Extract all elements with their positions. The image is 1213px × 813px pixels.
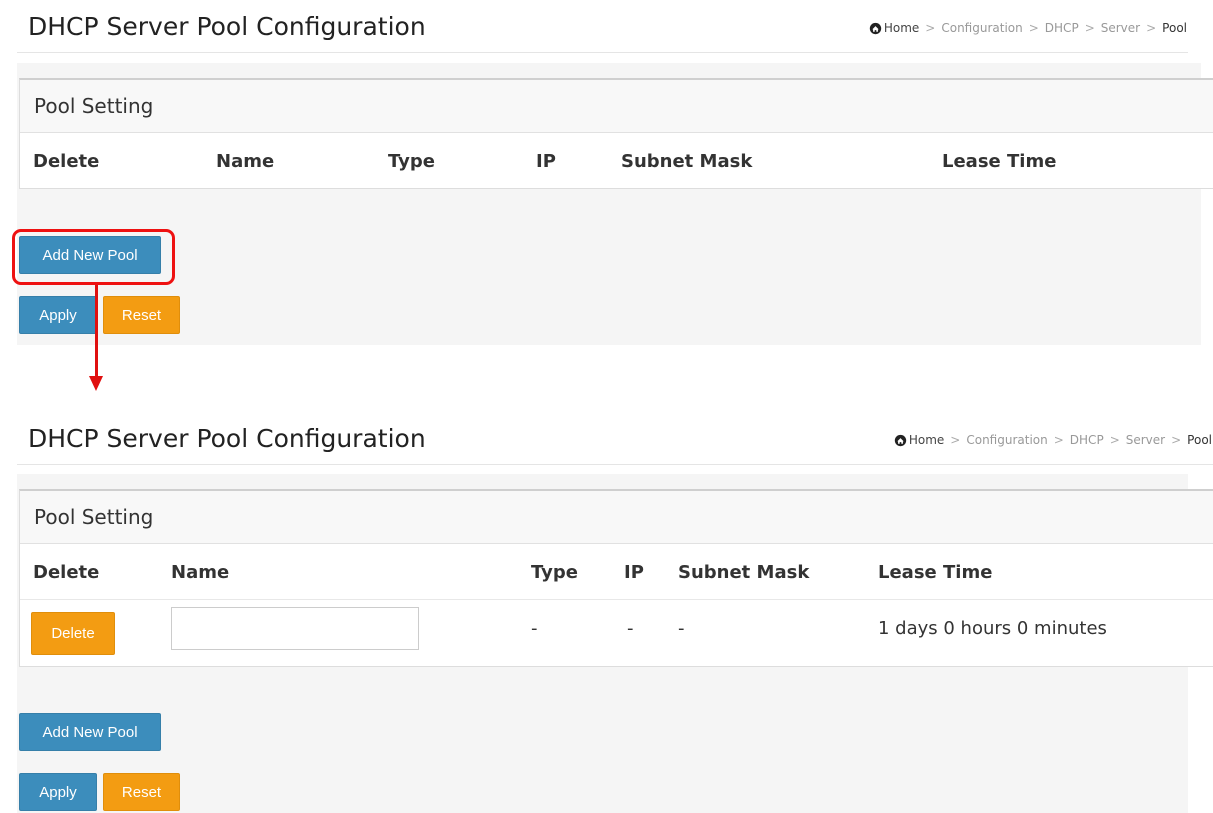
- column-header-lease-time: Lease Time: [942, 151, 1057, 172]
- breadcrumb-home[interactable]: Home: [909, 433, 944, 447]
- panel-title: Pool Setting: [20, 491, 1213, 544]
- breadcrumb-separator: >: [925, 21, 936, 35]
- home-icon: [894, 434, 907, 446]
- breadcrumb-separator: >: [1028, 21, 1039, 35]
- page-header: DHCP Server Pool Configuration Home > Co…: [17, 416, 1213, 465]
- breadcrumb-separator: >: [1053, 433, 1064, 447]
- column-header-delete: Delete: [33, 151, 100, 172]
- highlight-annotation: [12, 229, 175, 285]
- breadcrumb-configuration[interactable]: Configuration: [966, 433, 1047, 447]
- column-header-ip: IP: [536, 151, 556, 172]
- breadcrumb-dhcp[interactable]: DHCP: [1070, 433, 1104, 447]
- breadcrumb: Home > Configuration > DHCP > Server > P…: [869, 21, 1187, 35]
- column-header-name: Name: [216, 151, 275, 172]
- breadcrumb-separator: >: [1146, 21, 1157, 35]
- breadcrumb-pool: Pool: [1187, 433, 1212, 447]
- pool-name-input[interactable]: [171, 607, 419, 650]
- breadcrumb-home[interactable]: Home: [884, 21, 919, 35]
- content-area: Pool Setting Delete Name Type IP Subnet …: [17, 63, 1213, 345]
- content-area: Pool Setting Delete Name Type IP Subnet …: [17, 474, 1213, 813]
- ip-value: -: [627, 618, 634, 639]
- apply-button[interactable]: Apply: [19, 296, 97, 334]
- type-value: -: [531, 618, 538, 639]
- table-row: Delete - - - 1 days 0 hours 0 minutes: [20, 599, 1213, 666]
- delete-button[interactable]: Delete: [31, 612, 115, 655]
- column-header-type: Type: [388, 151, 435, 172]
- annotation-arrow: [95, 285, 98, 382]
- column-header-subnet-mask: Subnet Mask: [678, 562, 810, 583]
- page-title: DHCP Server Pool Configuration: [28, 424, 426, 453]
- home-icon: [869, 22, 882, 34]
- before-screen: DHCP Server Pool Configuration Home > Co…: [0, 0, 1213, 345]
- breadcrumb-configuration[interactable]: Configuration: [941, 21, 1022, 35]
- apply-button[interactable]: Apply: [19, 773, 97, 811]
- table-header: Delete Name Type IP Subnet Mask Lease Ti…: [20, 133, 1213, 188]
- column-header-delete: Delete: [33, 562, 100, 583]
- lease-time-value: 1 days 0 hours 0 minutes: [878, 618, 1107, 639]
- reset-button[interactable]: Reset: [103, 296, 180, 334]
- column-header-ip: IP: [624, 562, 644, 583]
- breadcrumb-separator: >: [1109, 433, 1120, 447]
- breadcrumb-separator: >: [1171, 433, 1182, 447]
- reset-button[interactable]: Reset: [103, 773, 180, 811]
- breadcrumb: Home > Configuration > DHCP > Server > P…: [894, 433, 1212, 447]
- table-header: Delete Name Type IP Subnet Mask Lease Ti…: [20, 544, 1213, 599]
- add-new-pool-button[interactable]: Add New Pool: [19, 713, 161, 751]
- after-screen: DHCP Server Pool Configuration Home > Co…: [0, 412, 1213, 813]
- column-header-lease-time: Lease Time: [878, 562, 993, 583]
- breadcrumb-separator: >: [1084, 21, 1095, 35]
- subnet-mask-value: -: [678, 618, 685, 639]
- pool-setting-panel: Pool Setting Delete Name Type IP Subnet …: [19, 78, 1213, 189]
- breadcrumb-dhcp[interactable]: DHCP: [1045, 21, 1079, 35]
- breadcrumb-server[interactable]: Server: [1126, 433, 1165, 447]
- column-header-name: Name: [171, 562, 230, 583]
- breadcrumb-server[interactable]: Server: [1101, 21, 1140, 35]
- breadcrumb-pool: Pool: [1162, 21, 1187, 35]
- column-header-subnet-mask: Subnet Mask: [621, 151, 753, 172]
- page-header: DHCP Server Pool Configuration Home > Co…: [17, 4, 1188, 53]
- panel-title: Pool Setting: [20, 80, 1213, 133]
- annotation-arrow-head: [89, 376, 103, 391]
- column-header-type: Type: [531, 562, 578, 583]
- page-title: DHCP Server Pool Configuration: [28, 12, 426, 41]
- breadcrumb-separator: >: [950, 433, 961, 447]
- pool-setting-panel: Pool Setting Delete Name Type IP Subnet …: [19, 489, 1213, 667]
